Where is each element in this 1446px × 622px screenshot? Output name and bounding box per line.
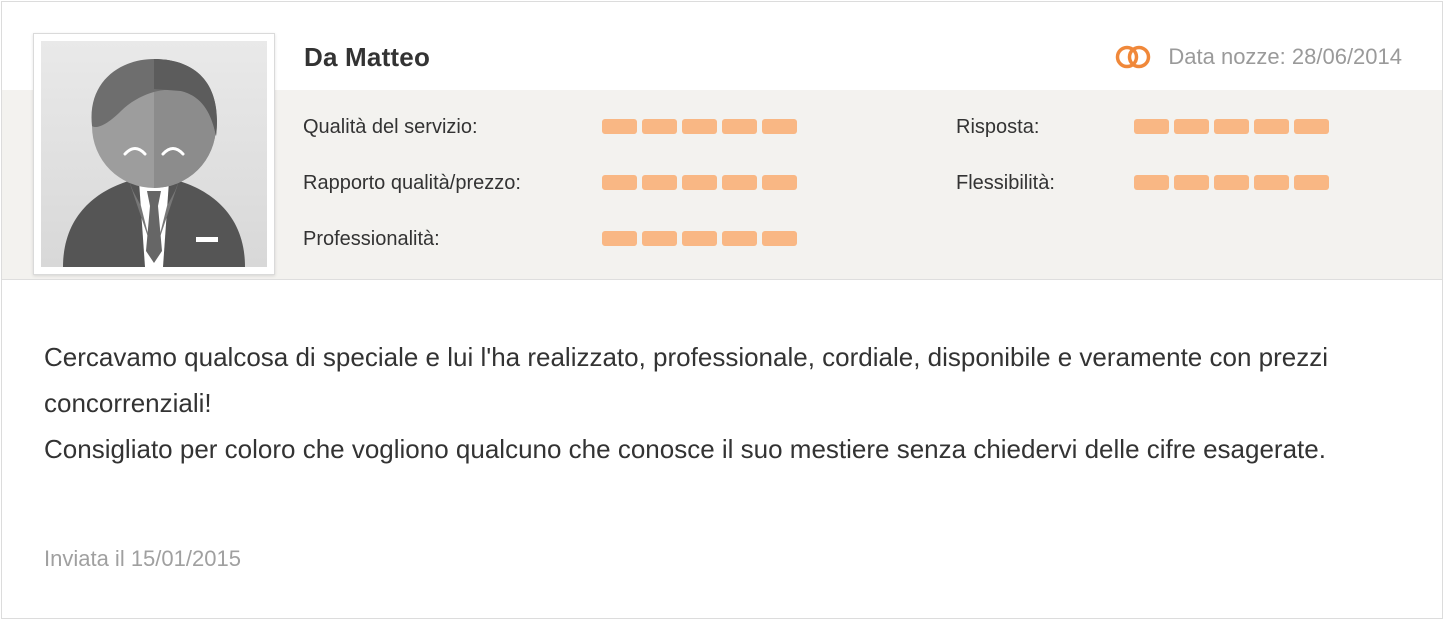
sent-date: Inviata il 15/01/2015 [44,546,241,571]
rating-label-professionalism: Professionalità: [303,228,440,250]
rating-label-quality: Qualità del servizio: [303,116,478,138]
avatar-image [41,41,267,267]
rating-segment [1134,119,1169,134]
rating-segment [722,119,757,134]
rating-bar-response [1134,119,1329,134]
rating-segment [722,231,757,246]
author-name: Da Matteo [304,42,431,72]
wedding-date-text: Data nozze: 28/06/2014 [1168,44,1402,69]
rating-segment [682,119,717,134]
rating-label-flexibility: Flessibilità: [956,172,1055,194]
rating-segment [602,231,637,246]
rating-bar-value [602,175,797,190]
review-text-line: Cercavamo qualcosa di speciale e lui l'h… [44,342,1328,418]
review-text-line: Consigliato per coloro che vogliono qual… [44,434,1326,464]
rating-segment [682,175,717,190]
rating-segment [642,231,677,246]
default-male-avatar-icon [63,59,245,267]
rating-segment [1214,119,1249,134]
rating-label-value: Rapporto qualità/prezzo: [303,172,521,194]
rating-segment [1174,119,1209,134]
rating-segment [602,119,637,134]
rating-bar-flexibility [1134,175,1329,190]
wedding-date: Data nozze: 28/06/2014 [1114,44,1402,70]
avatar [33,33,275,275]
rating-segment [602,175,637,190]
rating-segment [1254,175,1289,190]
rating-segment [642,119,677,134]
review-text: Cercavamo qualcosa di speciale e lui l'h… [44,334,1414,472]
rating-segment [1214,175,1249,190]
rating-segment [1174,175,1209,190]
rating-bar-professionalism [602,231,797,246]
rating-segment [1294,175,1329,190]
rating-segment [762,175,797,190]
review-card: Da Matteo Data nozze: 28/06/2014 Qualità… [1,1,1443,619]
rating-segment [762,231,797,246]
rating-segment [682,231,717,246]
rating-segment [722,175,757,190]
rating-label-response: Risposta: [956,116,1040,138]
rating-segment [1294,119,1329,134]
rating-bar-quality [602,119,797,134]
rating-segment [642,175,677,190]
rating-segment [1254,119,1289,134]
rings-icon [1114,45,1152,69]
rating-segment [762,119,797,134]
rating-segment [1134,175,1169,190]
